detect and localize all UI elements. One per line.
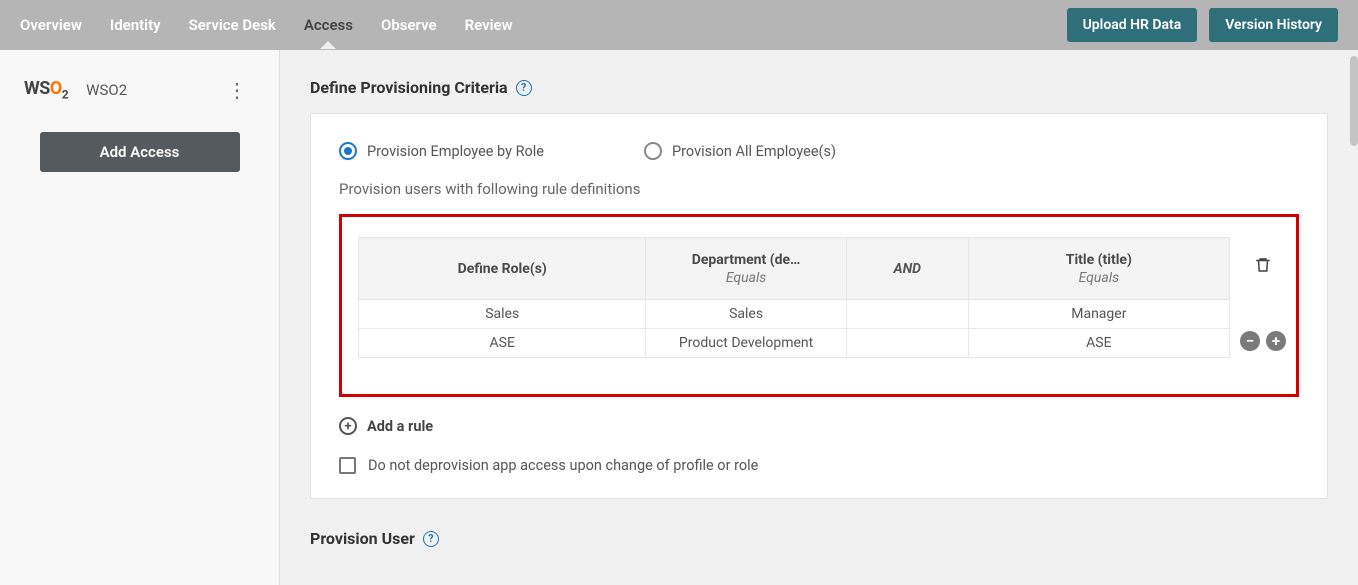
radio-by-role-label: Provision Employee by Role: [367, 143, 544, 160]
wso2-logo: WSO2: [24, 78, 68, 102]
top-nav: Overview Identity Service Desk Access Ob…: [0, 0, 1358, 50]
rule-table: Define Role(s) Department (de… Equals AN…: [358, 237, 1230, 358]
app-row[interactable]: WSO2 WSO2 ⋮: [18, 70, 261, 110]
add-rule-label: Add a rule: [367, 418, 433, 435]
cell-dept[interactable]: Product Development: [646, 329, 846, 358]
sidebar: WSO2 WSO2 ⋮ Add Access: [0, 50, 280, 585]
nav-overview[interactable]: Overview: [20, 2, 82, 48]
col-and: AND: [846, 238, 968, 300]
add-row-button[interactable]: +: [1266, 331, 1286, 351]
rule-actions: − +: [1240, 237, 1286, 351]
main-content: Define Provisioning Criteria ? Provision…: [280, 50, 1358, 585]
criteria-card: Provision Employee by Role Provision All…: [310, 113, 1328, 499]
nav-service-desk[interactable]: Service Desk: [189, 2, 276, 48]
provision-mode-radios: Provision Employee by Role Provision All…: [339, 142, 1299, 160]
deprovision-checkbox[interactable]: [339, 457, 356, 474]
cell-dept[interactable]: Sales: [646, 300, 846, 329]
help-icon[interactable]: ?: [516, 80, 532, 96]
nav-identity[interactable]: Identity: [110, 2, 161, 48]
table-row[interactable]: Sales Sales Manager: [359, 300, 1230, 329]
nav-actions: Upload HR Data Version History: [1067, 8, 1338, 42]
app-label: WSO2: [86, 81, 127, 99]
col-role[interactable]: Define Role(s): [359, 238, 646, 300]
deprovision-checkbox-row[interactable]: Do not deprovision app access upon chang…: [339, 457, 1299, 474]
section-title-provision-user: Provision User ?: [310, 529, 1328, 548]
add-access-button[interactable]: Add Access: [40, 132, 240, 172]
radio-all-employees[interactable]: Provision All Employee(s): [644, 142, 836, 160]
nav-access[interactable]: Access: [304, 2, 353, 48]
col-title[interactable]: Title (title) Equals: [968, 238, 1229, 300]
cell-title[interactable]: Manager: [968, 300, 1229, 329]
more-icon[interactable]: ⋮: [219, 74, 255, 106]
deprovision-label: Do not deprovision app access upon chang…: [368, 457, 758, 474]
rule-subtext: Provision users with following rule defi…: [339, 180, 1299, 198]
cell-and: [846, 329, 968, 358]
section-title-criteria: Define Provisioning Criteria ?: [310, 78, 1328, 97]
scrollbar-thumb[interactable]: [1350, 56, 1358, 146]
radio-by-role[interactable]: Provision Employee by Role: [339, 142, 544, 160]
help-icon[interactable]: ?: [423, 531, 439, 547]
section-title-text: Define Provisioning Criteria: [310, 78, 508, 97]
remove-row-button[interactable]: −: [1240, 331, 1260, 351]
cell-title[interactable]: ASE: [968, 329, 1229, 358]
cell-role[interactable]: Sales: [359, 300, 646, 329]
col-department[interactable]: Department (de… Equals: [646, 238, 846, 300]
radio-all-label: Provision All Employee(s): [672, 143, 836, 160]
delete-rule-icon[interactable]: [1254, 237, 1272, 279]
plus-circle-icon: +: [339, 417, 357, 435]
table-row[interactable]: ASE Product Development ASE: [359, 329, 1230, 358]
nav-observe[interactable]: Observe: [381, 2, 437, 48]
rule-highlight-box: Define Role(s) Department (de… Equals AN…: [339, 214, 1299, 397]
cell-role[interactable]: ASE: [359, 329, 646, 358]
provision-user-text: Provision User: [310, 529, 415, 548]
nav-tabs: Overview Identity Service Desk Access Ob…: [20, 2, 513, 48]
version-history-button[interactable]: Version History: [1209, 8, 1338, 42]
add-rule-button[interactable]: + Add a rule: [339, 417, 1299, 435]
upload-hr-data-button[interactable]: Upload HR Data: [1067, 8, 1198, 42]
cell-and: [846, 300, 968, 329]
nav-review[interactable]: Review: [465, 2, 513, 48]
